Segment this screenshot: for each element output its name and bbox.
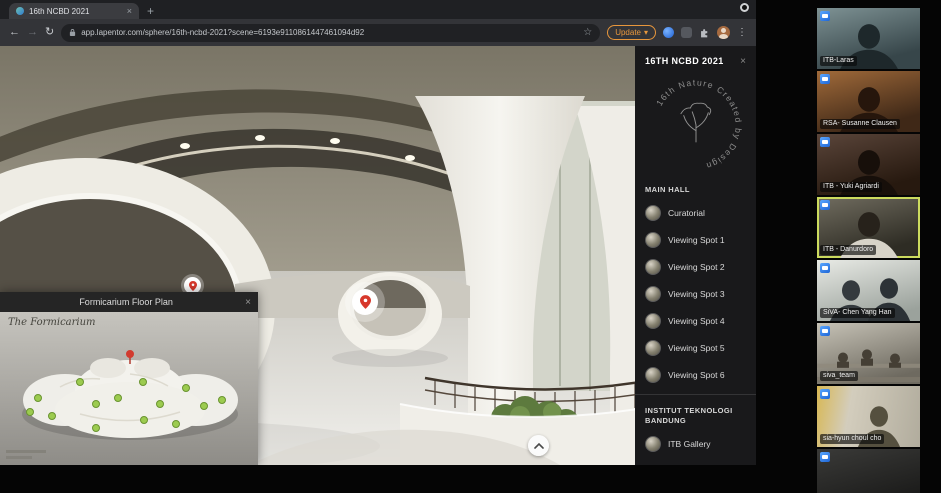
scene-label: Viewing Spot 3 (668, 289, 725, 299)
tab-title: 16th NCBD 2021 (29, 7, 122, 16)
lock-icon (69, 28, 76, 37)
scene-thumbnail (645, 313, 661, 329)
scene-label: Viewing Spot 2 (668, 262, 725, 272)
scene-item-viewing-spot-5[interactable]: Viewing Spot 5 (645, 334, 746, 361)
caret-down-icon: ▾ (644, 28, 648, 37)
scene-thumbnail (645, 436, 661, 452)
scene-label: ITB Gallery (668, 439, 711, 449)
chevron-up-icon (534, 443, 544, 449)
scene-item-viewing-spot-4[interactable]: Viewing Spot 4 (645, 307, 746, 334)
extension-icon[interactable] (663, 27, 674, 38)
browser-toolbar: ← → ↻ app.lapentor.com/sphere/16th-ncbd-… (0, 19, 756, 46)
tab-strip: 16th NCBD 2021 × + (0, 0, 756, 19)
participant-badge-icon (820, 74, 830, 84)
section-header-itb: INSTITUT TEKNOLOGI BANDUNG (645, 406, 746, 426)
scene-thumbnail (645, 340, 661, 356)
scene-item-viewing-spot-2[interactable]: Viewing Spot 2 (645, 253, 746, 280)
tree-icon (680, 103, 710, 142)
scene-item-viewing-spot-1[interactable]: Viewing Spot 1 (645, 226, 746, 253)
new-tab-button[interactable]: + (147, 4, 154, 18)
scene-thumbnail (645, 286, 661, 302)
participant-tile[interactable]: ITB - Yuki Agriardi (817, 134, 920, 195)
scene-label: Viewing Spot 4 (668, 316, 725, 326)
participant-tile[interactable]: RSA- Susanne Clausen (817, 71, 920, 132)
participant-name: SiVA- Chen Yang Han (820, 308, 895, 318)
scene-item-itb-gallery[interactable]: ITB Gallery (645, 430, 746, 457)
update-button[interactable]: Update ▾ (607, 25, 656, 40)
floorplan-model (0, 312, 258, 465)
tour-title: 16TH NCBD 2021 (645, 56, 740, 66)
floorplan-close-icon[interactable]: × (245, 297, 251, 308)
participant-tile-active-speaker[interactable]: ITB - Danurdoro (817, 197, 920, 258)
tour-sidebar: 16TH NCBD 2021 × 16th Nature Created by … (635, 46, 756, 465)
map-pin-icon (189, 281, 197, 291)
scene-thumbnail (645, 259, 661, 275)
participant-name: siva_team (820, 371, 858, 381)
map-pin-icon (360, 295, 371, 309)
participant-name: ITB - Yuki Agriardi (820, 182, 882, 192)
tab-favicon-icon (16, 7, 24, 15)
reload-button[interactable]: ↻ (45, 27, 54, 38)
participant-name: ITB - Danurdoro (820, 245, 876, 255)
sidebar-close-icon[interactable]: × (740, 56, 746, 67)
participant-name: sia-hyun choul cho (820, 434, 884, 444)
floorplan-panel: Formicarium Floor Plan × The Formicarium (0, 292, 258, 465)
scene-item-viewing-spot-6[interactable]: Viewing Spot 6 (645, 361, 746, 388)
url-text: app.lapentor.com/sphere/16th-ncbd-2021?s… (81, 28, 578, 37)
hotspot-pin[interactable] (352, 289, 378, 315)
scene-thumbnail (645, 367, 661, 383)
browser-menu-icon[interactable]: ⋮ (737, 27, 747, 38)
participant-badge-icon (820, 11, 830, 21)
floorplan-annotation: The Formicarium (8, 317, 96, 328)
participant-tile[interactable]: siva_team (817, 323, 920, 384)
bookmark-star-icon[interactable]: ☆ (583, 27, 592, 38)
back-button[interactable]: ← (9, 27, 20, 38)
participant-tile[interactable] (817, 449, 920, 493)
participant-name: ITB-Laras (820, 56, 857, 66)
record-indicator-icon (740, 3, 749, 12)
participant-name: RSA- Susanne Clausen (820, 119, 900, 129)
screen: 16th NCBD 2021 × + ← → ↻ app.lapentor.co… (0, 0, 941, 493)
participant-tile[interactable]: ITB-Laras (817, 8, 920, 69)
browser-tab[interactable]: 16th NCBD 2021 × (9, 3, 139, 19)
scene-thumbnail (645, 232, 661, 248)
participant-badge-icon (820, 452, 830, 462)
participant-tile[interactable]: sia-hyun choul cho (817, 386, 920, 447)
floorplan-title: Formicarium Floor Plan (7, 297, 245, 307)
url-bar[interactable]: app.lapentor.com/sphere/16th-ncbd-2021?s… (61, 24, 600, 42)
participant-badge-icon (820, 389, 830, 399)
scene-item-viewing-spot-3[interactable]: Viewing Spot 3 (645, 280, 746, 307)
participants-panel: ITB-Laras RSA- Susanne Clausen ITB - Yuk… (817, 8, 920, 493)
extension-icon[interactable] (681, 27, 692, 38)
floorplan-header[interactable]: Formicarium Floor Plan × (0, 292, 258, 312)
participant-badge-icon (820, 326, 830, 336)
forward-button[interactable]: → (27, 27, 38, 38)
participant-tile[interactable]: SiVA- Chen Yang Han (817, 260, 920, 321)
section-header-main-hall: MAIN HALL (645, 185, 746, 195)
scene-thumbnail (645, 205, 661, 221)
floorplan-image: The Formicarium (0, 312, 258, 465)
participant-badge-icon (820, 263, 830, 273)
participant-badge-icon (820, 200, 830, 210)
profile-avatar[interactable] (717, 26, 730, 39)
scene-label: Viewing Spot 6 (668, 370, 725, 380)
scene-item-curatorial[interactable]: Curatorial (645, 199, 746, 226)
viewer: Formicarium Floor Plan × The Formicarium (0, 46, 756, 465)
puzzle-icon[interactable] (699, 27, 710, 38)
divider (635, 394, 756, 395)
scene-label: Viewing Spot 5 (668, 343, 725, 353)
update-label: Update (615, 28, 641, 37)
scroll-up-button[interactable] (528, 435, 549, 456)
scene-label: Curatorial (668, 208, 705, 218)
tab-close-icon[interactable]: × (127, 6, 132, 16)
tour-logo: 16th Nature Created by Design (647, 76, 745, 174)
browser-window: 16th NCBD 2021 × + ← → ↻ app.lapentor.co… (0, 0, 756, 465)
participant-badge-icon (820, 137, 830, 147)
scene-label: Viewing Spot 1 (668, 235, 725, 245)
